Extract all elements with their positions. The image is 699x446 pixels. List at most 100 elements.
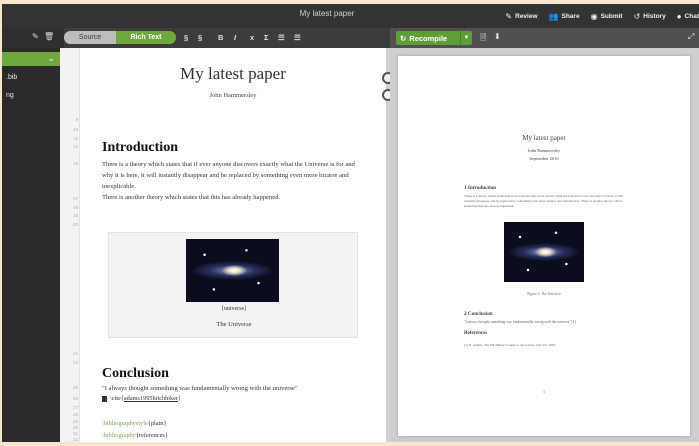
bibliography-command: \bibliography — [102, 432, 136, 439]
top-actions: ✎ Review 👥 Share ◉ Submit ↺ History ● Ch… — [494, 4, 699, 28]
italic-button[interactable]: I — [234, 33, 236, 42]
submit-button[interactable]: ◉ Submit — [591, 12, 623, 21]
pdf-introduction-text: There is a theory which states that if e… — [464, 194, 623, 208]
conclusion-paragraph[interactable]: "I always thought something was fundamen… — [102, 384, 372, 394]
line-number: 32 — [72, 437, 78, 442]
figure-caption[interactable]: The Universe — [109, 321, 359, 328]
file-tree: ⌄ .bib ng — [2, 48, 60, 442]
submit-label: Submit — [600, 12, 623, 20]
rich-text-mode-button[interactable]: Rich Text — [116, 31, 176, 44]
pdf-conclusion-text: "I always thought something was fundamen… — [464, 320, 576, 324]
line-number: 18 — [72, 205, 78, 210]
history-icon: ↺ — [633, 11, 641, 21]
galaxy-image[interactable] — [186, 239, 279, 302]
share-button[interactable]: 👥 Share — [549, 12, 580, 21]
file-tree-item-image[interactable]: ng — [6, 92, 14, 99]
line-number: 27 — [72, 405, 78, 410]
file-tree-item-bib[interactable]: .bib — [6, 74, 17, 81]
chat-label: Chat — [684, 12, 699, 20]
document-heading[interactable]: My latest paper — [80, 64, 386, 84]
introduction-paragraph[interactable]: There is a theory which states that if e… — [102, 159, 364, 203]
submit-icon: ◉ — [590, 11, 598, 21]
cite-key: adams1995hitchhiker — [123, 395, 179, 402]
section-button[interactable]: § — [184, 33, 188, 42]
bibliography-style-arg: {plain} — [147, 420, 167, 427]
line-number: 17 — [72, 196, 78, 201]
pdf-section-conclusion: 2 Conclusion — [464, 311, 493, 317]
pdf-date: September 2016 — [529, 156, 559, 161]
line-number: 22 — [72, 360, 78, 365]
file-tree-item-selected[interactable]: ⌄ — [2, 52, 60, 66]
math-button[interactable]: Σ — [264, 33, 269, 42]
logs-icon[interactable]: 🗎 — [480, 32, 486, 46]
pdf-title: My latest paper — [522, 134, 566, 142]
pdf-figure-caption: Figure 1: The Universe — [527, 292, 561, 296]
figure-filename: [universe] — [221, 306, 247, 312]
recompile-button[interactable]: ↻ Recompile ▼ — [396, 31, 472, 45]
line-number: 26 — [72, 396, 78, 401]
pdf-author: John Hammersley — [527, 148, 561, 153]
line-number: 16 — [72, 161, 78, 166]
history-button[interactable]: ↺ History — [634, 12, 666, 21]
pdf-galaxy-image — [504, 222, 584, 282]
line-number: 31 — [72, 431, 78, 436]
line-number: 9 — [75, 117, 78, 122]
bold-button[interactable]: B — [218, 33, 223, 42]
bibliography-style-line[interactable]: \bibliographystyle{plain} — [102, 420, 166, 427]
review-button[interactable]: ✎ Review — [505, 12, 537, 21]
document-author[interactable]: John Hammersley — [80, 92, 386, 99]
line-number: 19 — [72, 213, 78, 218]
citation-icon — [102, 395, 107, 402]
line-number: 21 — [72, 351, 78, 356]
pdf-reference-item: [1] D. Adams. The Hitchhiker's Guide to … — [464, 343, 556, 347]
section-heading-conclusion[interactable]: Conclusion — [102, 366, 169, 382]
line-number: 11 — [73, 136, 78, 141]
pdf-toolbar: ↻ Recompile ▼ 🗎 ⬇ ⤢ — [390, 28, 699, 48]
rename-icon[interactable]: ✎ — [32, 32, 39, 41]
cite-end: } — [178, 395, 182, 402]
chat-button[interactable]: ● Chat — [677, 12, 699, 21]
cite-command: \cite{ — [110, 395, 124, 402]
line-number: 25 — [72, 385, 78, 390]
file-tree-tools: ✎ 🗑 — [2, 28, 64, 48]
recompile-dropdown-icon[interactable]: ▼ — [460, 31, 472, 45]
review-label: Review — [515, 12, 538, 20]
subsection-button[interactable]: § — [198, 33, 202, 42]
delete-icon[interactable]: 🗑 — [44, 32, 54, 41]
line-number: 30 — [72, 425, 78, 430]
document-title[interactable]: My latest paper — [272, 9, 382, 18]
rich-text-editor[interactable]: 9 10 11 12 16 17 18 19 20 21 22 25 26 27… — [60, 48, 386, 442]
review-icon: ✎ — [505, 11, 513, 21]
chevron-down-icon[interactable]: ⌄ — [47, 53, 55, 64]
line-number: 10 — [72, 127, 78, 132]
figure-block[interactable]: [universe] The Universe — [108, 232, 358, 338]
source-mode-button[interactable]: Source — [64, 31, 116, 44]
expand-icon[interactable]: ⤢ — [688, 32, 694, 42]
editor-content[interactable]: My latest paper John Hammersley Introduc… — [80, 48, 386, 442]
citation-line[interactable]: \cite{adams1995hitchhiker} — [102, 395, 181, 402]
share-icon: 👥 — [548, 11, 559, 21]
line-number-gutter: 9 10 11 12 16 17 18 19 20 21 22 25 26 27… — [60, 48, 80, 442]
history-label: History — [643, 12, 666, 20]
line-number: 12 — [72, 144, 78, 149]
line-number: 20 — [72, 222, 78, 227]
bibliography-line[interactable]: \bibliography{references} — [102, 432, 168, 439]
bullet-list-button[interactable]: ☰ — [294, 33, 301, 42]
recompile-label: Recompile — [409, 33, 448, 43]
clear-format-button[interactable]: x — [250, 33, 254, 42]
line-number: 29 — [72, 419, 78, 424]
chat-icon: ● — [676, 11, 682, 21]
editor-toolbar: ✎ 🗑 Source Rich Text § § B I x Σ ☰ ☰ ↻ R… — [2, 28, 699, 48]
overleaf-window: My latest paper ✎ Review 👥 Share ◉ Submi… — [2, 4, 699, 442]
bibliography-arg: {references} — [135, 432, 168, 439]
editor-mode-toggle: Source Rich Text — [64, 31, 176, 44]
pdf-section-introduction: 1 Introduction — [464, 185, 497, 191]
section-heading-introduction[interactable]: Introduction — [102, 140, 178, 156]
numbered-list-button[interactable]: ☰ — [278, 33, 285, 42]
download-pdf-icon[interactable]: ⬇ — [494, 32, 501, 41]
share-label: Share — [561, 12, 580, 20]
line-number: 28 — [72, 412, 78, 417]
pdf-preview[interactable]: My latest paper John Hammersley Septembe… — [390, 48, 699, 442]
pdf-page[interactable]: My latest paper John Hammersley Septembe… — [398, 56, 690, 436]
top-bar: My latest paper ✎ Review 👥 Share ◉ Submi… — [2, 4, 699, 28]
